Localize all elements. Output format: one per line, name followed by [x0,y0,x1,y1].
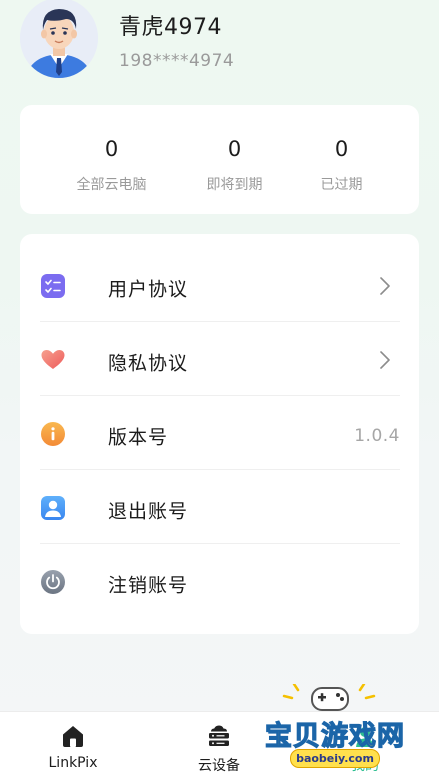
stat-label: 已过期 [320,177,363,193]
device-stats-card: 0 全部云电脑 0 即将到期 0 已过期 [20,105,419,214]
settings-menu-card: 用户协议 隐私协议 版本号 1.0.4 退出账号 注销账号 [20,234,419,634]
menu-item-version: 版本号 1.0.4 [40,396,400,470]
username: 青虎4974 [119,15,222,40]
menu-item-logout[interactable]: 退出账号 [40,470,400,544]
heart-icon [40,347,66,373]
stat-all-devices[interactable]: 0 全部云电脑 [45,105,178,214]
phone-number: 198****4974 [119,51,235,71]
menu-item-label: 退出账号 [108,500,189,523]
tab-label: LinkPix [48,755,98,771]
menu-item-label: 用户协议 [108,278,189,301]
profile-header: 青虎4974 198****4974 [0,0,439,95]
checklist-icon [40,273,66,299]
watermark-logo: 宝贝游戏网 baobeiy.com [262,684,412,780]
user-logout-icon [40,495,66,521]
menu-item-label: 隐私协议 [108,352,189,375]
stat-expired[interactable]: 0 已过期 [275,105,408,214]
menu-item-label: 注销账号 [108,574,189,597]
cloud-server-icon [206,723,232,749]
avatar[interactable] [20,0,98,78]
stat-label: 全部云电脑 [76,177,147,193]
chevron-right-icon [378,276,392,296]
watermark-title: 宝贝游戏网 [264,720,405,752]
chevron-right-icon [378,350,392,370]
watermark-url: baobeiy.com [290,749,380,768]
stat-value: 0 [334,137,349,161]
tab-linkpix[interactable]: LinkPix [0,712,146,781]
version-value: 1.0.4 [354,426,400,446]
home-icon [60,723,86,749]
menu-item-delete-account[interactable]: 注销账号 [40,544,400,618]
power-icon [40,569,66,595]
stat-value: 0 [104,137,119,161]
info-icon [40,421,66,447]
menu-item-user-agreement[interactable]: 用户协议 [40,248,400,322]
menu-item-label: 版本号 [108,426,169,449]
menu-item-privacy-policy[interactable]: 隐私协议 [40,322,400,396]
